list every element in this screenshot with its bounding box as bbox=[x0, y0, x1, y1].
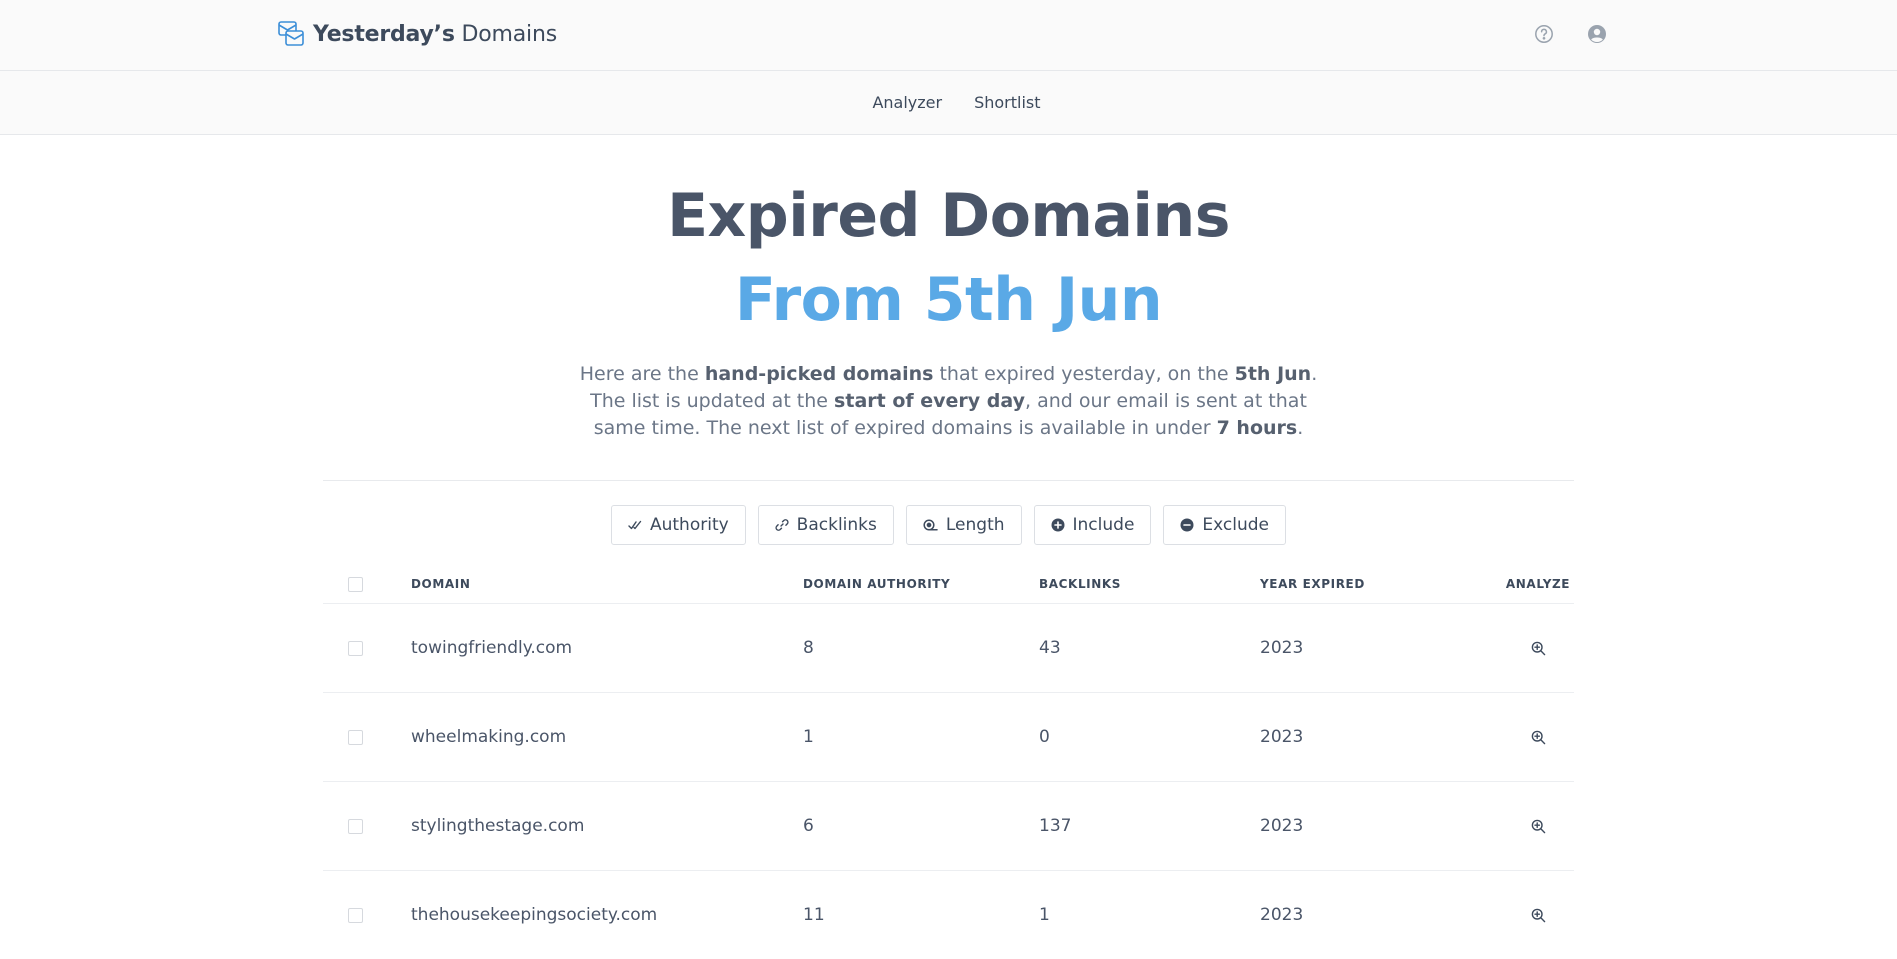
year-expired-value: 2023 bbox=[1260, 905, 1304, 925]
nav-analyzer[interactable]: Analyzer bbox=[872, 93, 942, 112]
table-row: stylingthestage.com 6 137 2023 bbox=[323, 782, 1574, 871]
year-expired-value: 2023 bbox=[1260, 727, 1304, 747]
table-header-row: DOMAIN DOMAIN AUTHORITY BACKLINKS YEAR E… bbox=[323, 565, 1574, 604]
backlinks-value: 1 bbox=[1039, 905, 1050, 925]
top-bar: Yesterday’s Domains bbox=[0, 0, 1897, 71]
domain-authority-value: 8 bbox=[803, 638, 814, 658]
domain-authority-value: 6 bbox=[803, 816, 814, 836]
column-header-authority[interactable]: DOMAIN AUTHORITY bbox=[803, 577, 950, 591]
row-checkbox[interactable] bbox=[348, 907, 363, 923]
double-check-icon bbox=[628, 520, 642, 530]
table-row: towingfriendly.com 8 43 2023 bbox=[323, 604, 1574, 693]
plus-circle-icon bbox=[1051, 518, 1065, 532]
backlinks-value: 0 bbox=[1039, 727, 1050, 747]
brand-name: Yesterday’s Domains bbox=[313, 21, 557, 47]
column-header-domain[interactable]: DOMAIN bbox=[411, 577, 471, 591]
filter-length-button[interactable]: Length bbox=[905, 505, 1022, 545]
row-checkbox[interactable] bbox=[348, 818, 363, 834]
hero-section: Expired Domains From 5th Jun Here are th… bbox=[0, 135, 1897, 442]
intro-text: Here are the hand-picked domains that ex… bbox=[579, 363, 1318, 439]
row-checkbox[interactable] bbox=[348, 729, 363, 745]
domain-name: wheelmaking.com bbox=[411, 727, 567, 747]
filter-bar: Authority Backlinks Length Include Exclu… bbox=[0, 505, 1897, 545]
domain-name: thehousekeepingsociety.com bbox=[411, 905, 658, 925]
column-header-analyze: ANALYZE bbox=[1505, 577, 1571, 591]
zoom-in-icon[interactable] bbox=[1531, 641, 1546, 656]
filter-backlinks-button[interactable]: Backlinks bbox=[757, 505, 894, 545]
table-row: wheelmaking.com 1 0 2023 bbox=[323, 693, 1574, 782]
domain-name: stylingthestage.com bbox=[411, 816, 585, 836]
filter-include-button[interactable]: Include bbox=[1033, 505, 1152, 545]
backlinks-value: 137 bbox=[1039, 816, 1072, 836]
nav-shortlist[interactable]: Shortlist bbox=[974, 93, 1040, 112]
filter-authority-button[interactable]: Authority bbox=[610, 505, 746, 545]
help-icon[interactable] bbox=[1534, 24, 1554, 44]
link-icon bbox=[775, 519, 789, 531]
column-header-year-expired[interactable]: YEAR EXPIRED bbox=[1260, 577, 1365, 591]
domains-table: DOMAIN DOMAIN AUTHORITY BACKLINKS YEAR E… bbox=[323, 565, 1574, 959]
mail-stack-icon bbox=[278, 21, 304, 46]
brand-logo-link[interactable]: Yesterday’s Domains bbox=[277, 20, 557, 48]
backlinks-value: 43 bbox=[1039, 638, 1061, 658]
row-checkbox[interactable] bbox=[348, 640, 363, 656]
year-expired-value: 2023 bbox=[1260, 638, 1304, 658]
zoom-in-icon[interactable] bbox=[1531, 819, 1546, 834]
domain-authority-value: 11 bbox=[803, 905, 825, 925]
filter-exclude-button[interactable]: Exclude bbox=[1163, 505, 1287, 545]
column-header-backlinks[interactable]: BACKLINKS bbox=[1039, 577, 1121, 591]
domain-name: towingfriendly.com bbox=[411, 638, 573, 658]
main-nav: Analyzer Shortlist bbox=[0, 71, 1897, 135]
table-row: thehousekeepingsociety.com 11 1 2023 bbox=[323, 871, 1574, 959]
page-subtitle-date: From 5th Jun bbox=[734, 265, 1163, 335]
select-all-checkbox[interactable] bbox=[348, 576, 363, 592]
zoom-in-icon[interactable] bbox=[1531, 730, 1546, 745]
account-icon[interactable] bbox=[1587, 24, 1607, 44]
domain-authority-value: 1 bbox=[803, 727, 814, 747]
minus-circle-icon bbox=[1180, 518, 1194, 532]
year-expired-value: 2023 bbox=[1260, 816, 1304, 836]
zoom-in-icon[interactable] bbox=[1531, 908, 1546, 923]
ruler-tape-icon bbox=[923, 519, 938, 531]
page-title: Expired Domains bbox=[665, 181, 1232, 251]
section-divider bbox=[323, 480, 1574, 481]
